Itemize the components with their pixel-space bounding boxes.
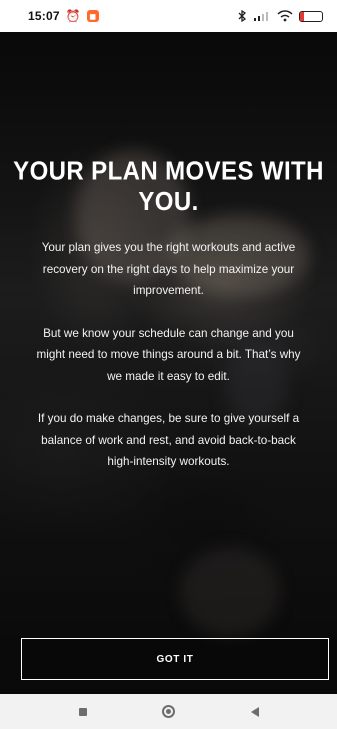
alarm-off-icon: ⏰	[65, 9, 81, 23]
status-bar-right: 17	[237, 10, 323, 22]
workout-photo-background: YOUR PLAN MOVES WITH YOU. Your plan give…	[0, 32, 337, 694]
wifi-icon	[277, 10, 293, 22]
status-time: 15:07	[28, 9, 60, 23]
status-bar: 15:07 ⏰ ◼ 17	[0, 0, 337, 32]
plan-description-paragraph-2: But we know your schedule can change and…	[36, 326, 301, 383]
plan-description-paragraph-1: Your plan gives you the right workouts a…	[41, 241, 296, 297]
plan-description-paragraph-3: If you do make changes, be sure to give …	[37, 412, 300, 468]
plan-intro-screen: 15:07 ⏰ ◼ 17 YOUR PLAN MOVES WITH YOU. Y…	[0, 0, 337, 729]
circle-home-icon	[162, 705, 175, 718]
plan-description: Your plan gives you the right workouts a…	[33, 237, 304, 494]
battery-level-fill	[300, 11, 304, 21]
android-navigation-bar	[0, 694, 337, 729]
square-icon	[78, 707, 87, 716]
battery-level: 17	[306, 11, 316, 21]
app-notification-icon: ◼	[86, 10, 99, 22]
got-it-button[interactable]: GOT IT	[21, 638, 329, 680]
back-button[interactable]	[241, 700, 269, 724]
cellular-signal-icon	[254, 12, 268, 21]
back-triangle-icon	[250, 706, 259, 717]
home-button[interactable]	[155, 700, 183, 724]
plan-headline: YOUR PLAN MOVES WITH YOU.	[13, 157, 324, 217]
recent-apps-button[interactable]	[69, 700, 97, 724]
battery-icon: 17	[299, 10, 323, 22]
athlete-hand-shape	[180, 547, 280, 637]
bluetooth-icon	[238, 10, 247, 22]
status-bar-left: 15:07 ⏰ ◼	[28, 9, 99, 23]
